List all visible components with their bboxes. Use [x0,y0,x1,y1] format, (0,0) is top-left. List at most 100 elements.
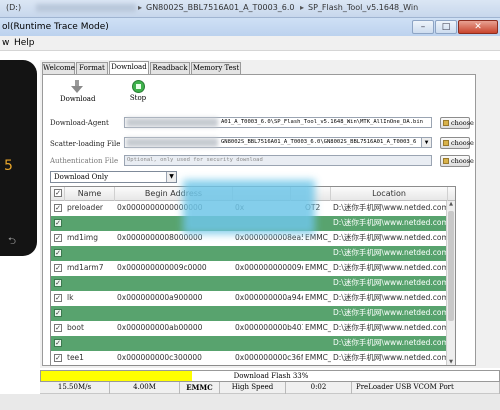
cell-end: 0x000000000009c310ff [235,263,303,272]
breadcrumb-separator: ▸ [300,3,305,12]
row-checkbox[interactable]: ✓ [54,234,62,242]
breadcrumb-folder-2[interactable]: SP_Flash_Tool_v5.1648_Win [308,3,418,12]
window-bottom-edge [0,394,500,410]
scatter-file-label: Scatter-loading File [50,140,121,148]
drive-label[interactable]: (D:) [6,3,21,12]
download-mode-select[interactable]: Download Only ▼ [50,171,177,183]
cell-region: EMMC_USER [305,293,331,302]
table-row[interactable]: ✓ D:\迷你手机网\www.netded.com\GN8... [51,336,455,351]
tab-welcome[interactable]: Welcome [42,62,75,74]
minimize-button[interactable]: – [412,20,434,34]
cell-region: EMMC_USER [305,263,331,272]
cell-location: D:\迷你手机网\www.netded.com\GN8... [333,323,447,332]
choose-label: choose [451,119,474,127]
table-row[interactable]: ✓ boot 0x000000000ab00000 0x000000000b40137… [51,321,455,336]
tab-format[interactable]: Format [76,62,108,74]
table-row[interactable]: ✓ tee1 0x000000000c300000 0x000000000c36f89… [51,351,455,365]
row-checkbox[interactable]: ✓ [54,324,62,332]
cell-name: lk [67,293,74,302]
cell-name [67,246,113,261]
auth-file-placeholder: Optional, only used for security downloa… [127,157,263,163]
table-row[interactable]: ✓ md1arm7 0x000000000009c0000 0x00000000000… [51,261,455,276]
row-checkbox[interactable]: ✓ [54,204,62,212]
cell-begin [117,336,231,351]
tab-memory-test[interactable]: Memory Test [191,62,241,74]
scroll-down-icon[interactable]: ▼ [447,359,455,365]
row-checkbox[interactable]: ✓ [54,309,62,317]
status-storage-type: EMMC [180,382,220,394]
breadcrumb-folder-1[interactable]: GN8002S_BBL7516A01_A_T0003_6.0 [146,3,295,12]
download-button-label: Download [60,95,96,103]
phone-screen-digit: 5 [4,158,13,174]
table-scrollbar[interactable]: ▲ ▼ [446,201,455,365]
explorer-breadcrumb-bar: (D:) ▸ GN8002S_BBL7516A01_A_T0003_6.0 ▸ … [0,0,500,18]
scatter-file-choose-button[interactable]: choose [440,137,474,149]
cell-location: D:\迷你手机网\www.netded.com\GN8... [333,233,447,242]
back-arrow-icon: ⮌ [8,236,17,247]
cell-region [305,336,331,351]
menu-item-window[interactable]: w [2,38,9,48]
progress-text: Download Flash 33% [233,372,309,380]
cell-begin: 0x000000000ab00000 [117,323,203,332]
tab-readback[interactable]: Readback [150,62,190,74]
blurred-path [126,138,218,147]
close-button[interactable]: ✕ [458,20,498,34]
row-checkbox[interactable]: ✓ [54,279,62,287]
cell-end [235,306,303,321]
cell-name [67,216,113,231]
table-row[interactable]: ✓ D:\迷你手机网\www.netded.com\GN8... [51,276,455,291]
cell-region: EMMC_USER [305,323,331,332]
cell-name [67,276,113,291]
folder-icon [443,140,449,146]
status-speed: 15.50M/s [40,382,110,394]
blurred-overlay [183,180,315,234]
row-checkbox[interactable]: ✓ [54,249,62,257]
cell-end: 0x000000000b40137f [235,323,303,332]
cell-end [235,276,303,291]
phone-illustration: 5 ⮌ [0,60,37,256]
row-checkbox[interactable]: ✓ [54,219,62,227]
download-mode-value: Download Only [54,173,109,181]
chevron-down-icon[interactable]: ▼ [166,172,176,182]
scroll-up-icon[interactable]: ▲ [447,201,455,209]
cell-end [235,336,303,351]
cell-region [305,306,331,321]
scatter-dropdown-icon[interactable]: ▼ [421,138,431,147]
row-checkbox[interactable]: ✓ [54,354,62,362]
download-agent-choose-button[interactable]: choose [440,117,474,129]
download-arrow-icon [71,80,83,93]
cell-region: EMMC_USER [305,353,331,362]
column-header-name[interactable]: Name [65,187,115,201]
maximize-button[interactable]: □ [435,20,457,34]
stop-button[interactable]: Stop [124,80,152,102]
window-title: ol(Runtime Trace Mode) [2,22,109,32]
cell-name: md1img [67,233,98,242]
table-row[interactable]: ✓ D:\迷你手机网\www.netded.com\GN8... [51,306,455,321]
choose-label: choose [451,157,474,165]
left-blank-area [0,256,40,394]
auth-file-field[interactable]: Optional, only used for security downloa… [124,155,432,166]
row-checkbox[interactable]: ✓ [54,339,62,347]
tab-download[interactable]: Download [109,61,149,75]
column-header-location[interactable]: Location [331,187,448,201]
cell-location: D:\迷你手机网\www.netded.com\GN8... [333,353,447,362]
status-bar: 15.50M/s 4.00M EMMC High Speed 0:02 PreL… [40,382,500,394]
table-row[interactable]: ✓ lk 0x000000000a900000 0x000000000a94e31fE… [51,291,455,306]
status-elapsed-time: 0:02 [286,382,352,394]
menu-item-help[interactable]: Help [14,38,35,48]
row-checkbox[interactable]: ✓ [54,264,62,272]
cell-begin: 0x000000000009c0000 [117,263,207,272]
scrollbar-thumb[interactable] [448,211,454,321]
cell-name: preloader [67,203,104,212]
cell-name: boot [67,323,84,332]
cell-begin [117,306,231,321]
table-row[interactable]: ✓ D:\迷你手机网\www.netded.com\GN8... [51,246,455,261]
row-checkbox[interactable]: ✓ [54,294,62,302]
select-all-checkbox[interactable]: ✓ [54,189,62,197]
cell-location: D:\迷你手机网\www.netded.com\GN8... [333,248,447,257]
download-button[interactable]: Download [60,80,96,103]
breadcrumb-separator: ▸ [138,3,143,12]
status-port: PreLoader USB VCOM Port [352,382,500,394]
download-progress-bar: Download Flash 33% [40,370,500,382]
auth-file-choose-button[interactable]: choose [440,155,474,167]
